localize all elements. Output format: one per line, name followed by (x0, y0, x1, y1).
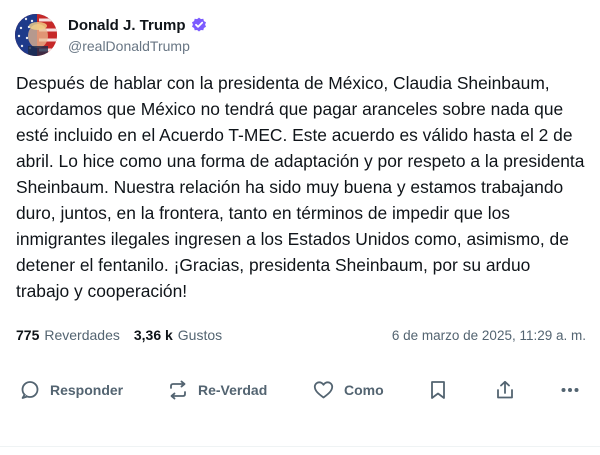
reposts-stat[interactable]: 775 Reverdades (16, 327, 120, 343)
likes-stat[interactable]: 3,36 k Gustos (134, 327, 222, 343)
author-display-name[interactable]: Donald J. Trump (68, 17, 186, 34)
repost-icon (168, 380, 188, 400)
repost-button[interactable]: Re-Verdad (168, 374, 267, 406)
reposts-label: Reverdades (44, 327, 120, 343)
likes-count: 3,36 k (133, 327, 173, 343)
post-meta: 775 Reverdades 3,36 k Gustos 6 de marzo … (16, 327, 586, 343)
display-name-row: Donald J. Trump (68, 17, 207, 34)
like-button[interactable]: Como (313, 374, 384, 406)
share-icon (495, 380, 515, 400)
verified-check-icon (191, 17, 207, 33)
bottom-divider (0, 446, 600, 447)
post-header: Donald J. Trump @realDonaldTrump (15, 14, 207, 56)
action-bar: Responder Re-Verdad Como (0, 374, 600, 406)
bookmark-icon (429, 380, 447, 400)
likes-label: Gustos (177, 327, 223, 343)
more-button[interactable] (560, 374, 580, 406)
reply-button[interactable]: Responder (20, 374, 123, 406)
post-text: Después de hablar con la presidenta de M… (16, 73, 585, 301)
author-handle[interactable]: @realDonaldTrump (68, 38, 207, 54)
post-timestamp[interactable]: 6 de marzo de 2025, 11:29 a. m. (392, 328, 586, 343)
reply-label: Responder (50, 382, 124, 398)
author-names: Donald J. Trump @realDonaldTrump (68, 17, 207, 54)
heart-icon (313, 380, 334, 400)
repost-label: Re-Verdad (198, 382, 268, 398)
bookmark-button[interactable] (429, 374, 447, 406)
like-label: Como (344, 382, 384, 398)
avatar[interactable] (15, 14, 57, 56)
reply-icon (20, 380, 40, 400)
more-icon (560, 380, 580, 400)
avatar-image (15, 14, 57, 56)
share-button[interactable] (495, 374, 515, 406)
post-card: Donald J. Trump @realDonaldTrump Después… (0, 0, 600, 455)
reposts-count: 775 (16, 327, 40, 343)
